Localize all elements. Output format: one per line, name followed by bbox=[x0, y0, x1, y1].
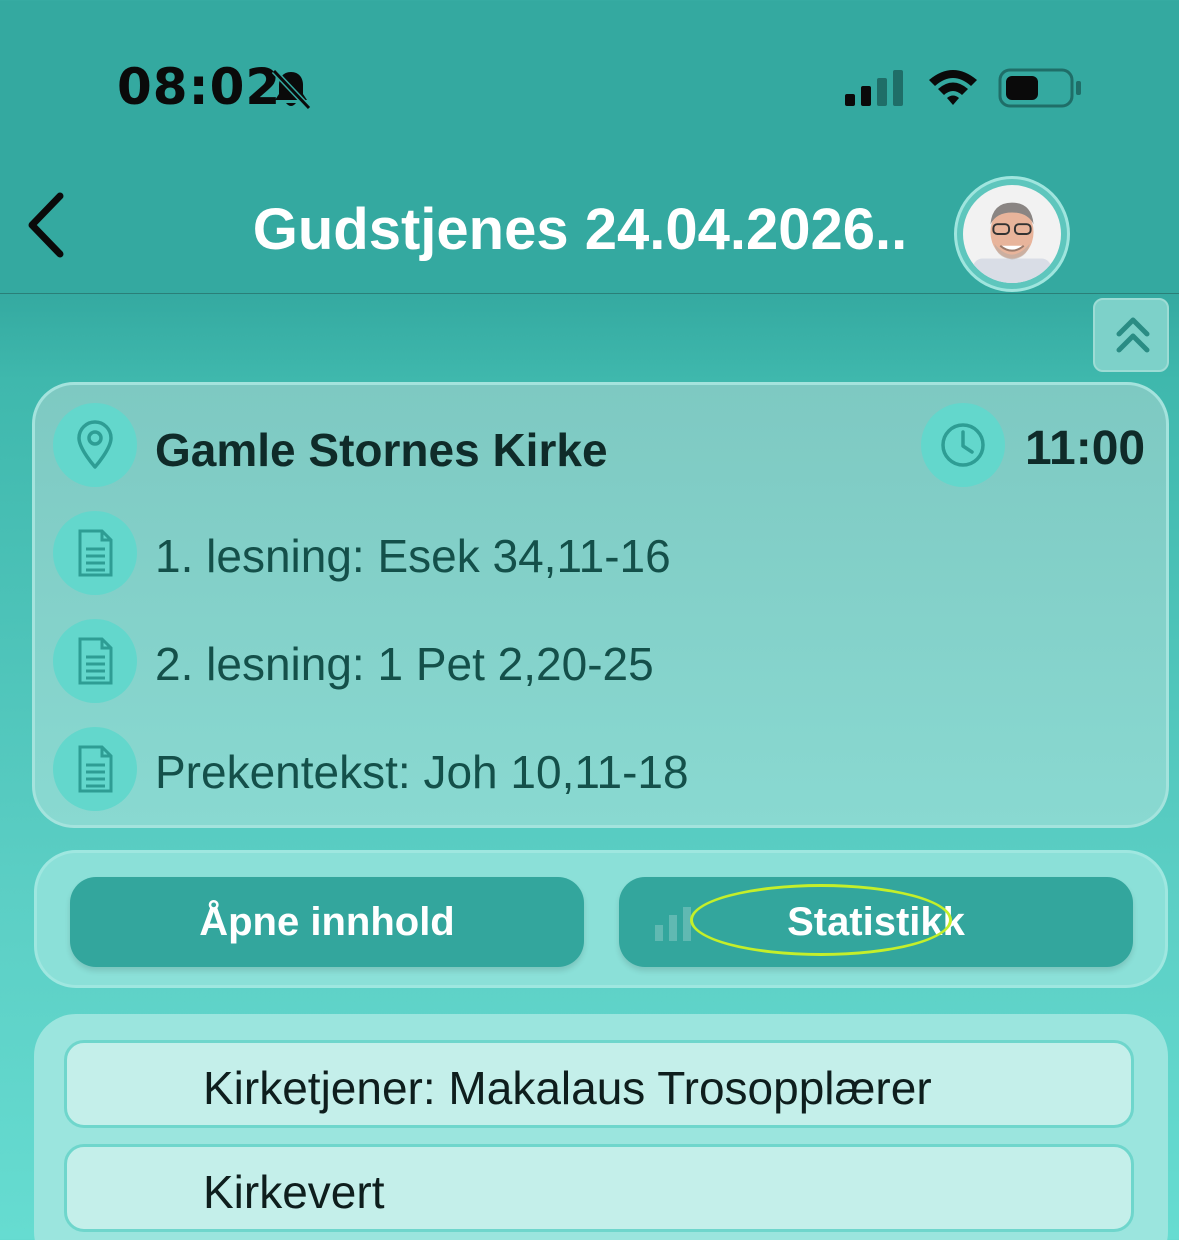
service-time: 11:00 bbox=[1025, 422, 1146, 475]
chevron-left-icon[interactable] bbox=[22, 190, 72, 260]
bar-chart-icon bbox=[655, 907, 691, 941]
reading-badge-3 bbox=[53, 727, 137, 811]
reading-badge-1 bbox=[53, 511, 137, 595]
role-item[interactable]: Kirketjener: Makalaus Trosopplærer bbox=[64, 1040, 1134, 1128]
church-name: Gamle Stornes Kirke bbox=[155, 424, 608, 476]
document-icon bbox=[78, 637, 113, 685]
location-badge bbox=[53, 403, 137, 487]
reading-1: 1. lesning: Esek 34,11-16 bbox=[155, 530, 671, 582]
collapse-button[interactable] bbox=[1093, 298, 1169, 372]
status-bar: 08:02 bbox=[0, 0, 1179, 140]
actions-card: Åpne innhold Statistikk bbox=[34, 850, 1168, 988]
avatar[interactable] bbox=[954, 176, 1070, 292]
service-info-card: Gamle Stornes Kirke 11:00 1. lesning: Es… bbox=[32, 382, 1169, 828]
clock-icon bbox=[941, 423, 985, 467]
document-icon bbox=[78, 745, 113, 793]
open-content-button[interactable]: Åpne innhold bbox=[70, 877, 584, 967]
highlight-ellipse bbox=[690, 884, 952, 956]
wifi-icon bbox=[929, 70, 977, 105]
double-chevron-up-icon bbox=[1116, 317, 1150, 353]
battery-icon bbox=[998, 68, 1081, 108]
map-pin-icon bbox=[77, 420, 113, 469]
role-label: Kirketjener: Makalaus Trosopplærer bbox=[203, 1062, 932, 1114]
time-badge bbox=[921, 403, 1005, 487]
page-title: Gudstjenes 24.04.2026.. bbox=[252, 197, 908, 262]
open-content-label: Åpne innhold bbox=[199, 899, 455, 944]
role-label: Kirkevert bbox=[203, 1166, 385, 1218]
document-icon bbox=[78, 529, 113, 577]
role-item[interactable]: Kirkevert bbox=[64, 1144, 1134, 1232]
reading-badge-2 bbox=[53, 619, 137, 703]
user-avatar-image bbox=[963, 185, 1061, 283]
status-time: 08:02 bbox=[117, 58, 282, 116]
signal-icon bbox=[845, 70, 903, 106]
sermon-text: Prekentekst: Joh 10,11-18 bbox=[155, 746, 689, 798]
bell-slash-icon bbox=[271, 68, 312, 111]
roles-card: Kirketjener: Makalaus Trosopplærer Kirke… bbox=[34, 1014, 1168, 1240]
reading-2: 2. lesning: 1 Pet 2,20-25 bbox=[155, 638, 654, 690]
navigation-bar: Gudstjenes 24.04.2026.. bbox=[0, 150, 1179, 294]
